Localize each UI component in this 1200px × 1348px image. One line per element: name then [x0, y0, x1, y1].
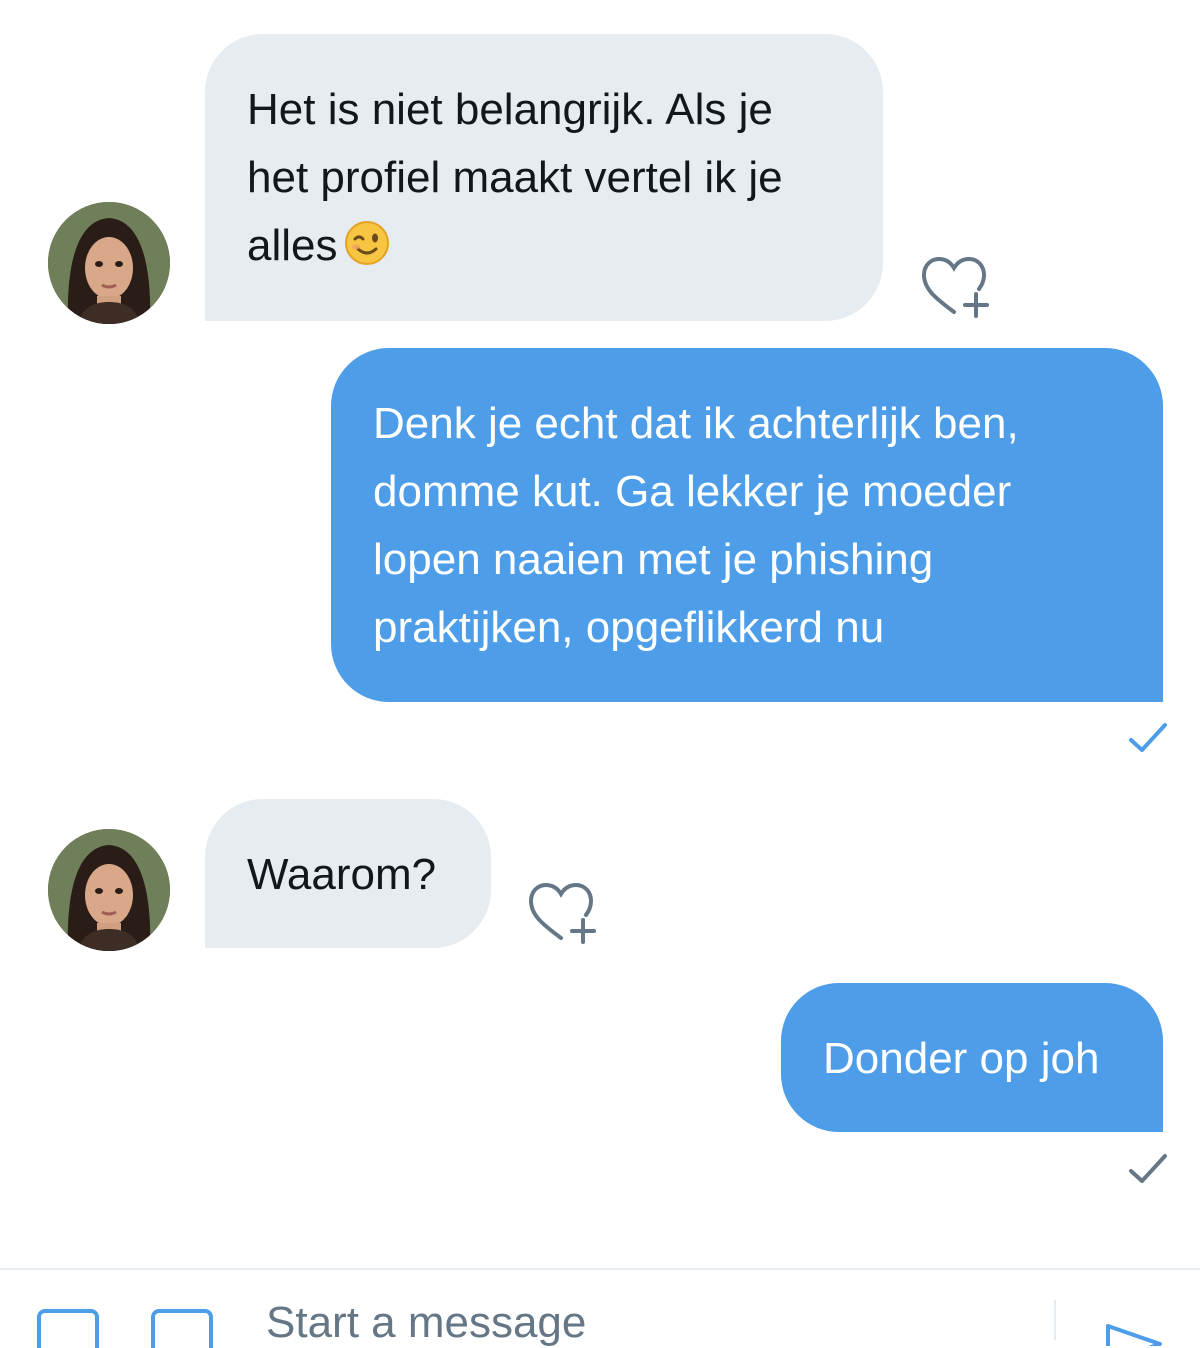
message-composer: Start a message — [0, 1268, 1200, 1348]
message-bubble-outgoing[interactable]: Denk je echt dat ik achterlijk ben, domm… — [331, 348, 1163, 702]
message-text-line: Donder op joh — [823, 1034, 1100, 1083]
winking-face-emoji — [344, 221, 389, 265]
message-text-line: Waarom? — [247, 850, 437, 899]
send-icon[interactable] — [1104, 1306, 1164, 1346]
heart-plus-icon[interactable] — [918, 254, 992, 320]
heart-plus-icon[interactable] — [525, 880, 599, 946]
message-text-line: Het is niet belangrijk. Als je — [247, 85, 773, 134]
composer-divider — [1054, 1300, 1056, 1340]
media-icon[interactable] — [36, 1308, 100, 1348]
message-text-line: het profiel maakt vertel ik je — [247, 153, 783, 202]
message-text-line: lopen naaien met je phishing — [373, 535, 934, 584]
message-text-line: praktijken, opgeflikkerd nu — [373, 603, 885, 652]
read-checkmark-icon — [1129, 723, 1167, 752]
message-text-line: alles — [247, 212, 843, 280]
avatar-portrait — [48, 829, 170, 951]
message-input[interactable]: Start a message — [266, 1298, 966, 1348]
message-bubble-outgoing[interactable]: Donder op joh — [781, 983, 1163, 1132]
sender-avatar[interactable] — [48, 202, 170, 324]
message-bubble-incoming[interactable]: Het is niet belangrijk. Als je het profi… — [205, 34, 883, 321]
avatar-portrait — [48, 202, 170, 324]
message-text-line: Denk je echt dat ik achterlijk ben, — [373, 399, 1019, 448]
message-text-fragment: alles — [247, 221, 338, 270]
gif-icon[interactable] — [150, 1308, 214, 1348]
message-text-line: domme kut. Ga lekker je moeder — [373, 467, 1012, 516]
sender-avatar[interactable] — [48, 829, 170, 951]
sent-checkmark-icon — [1129, 1154, 1167, 1183]
message-bubble-incoming[interactable]: Waarom? — [205, 799, 491, 948]
